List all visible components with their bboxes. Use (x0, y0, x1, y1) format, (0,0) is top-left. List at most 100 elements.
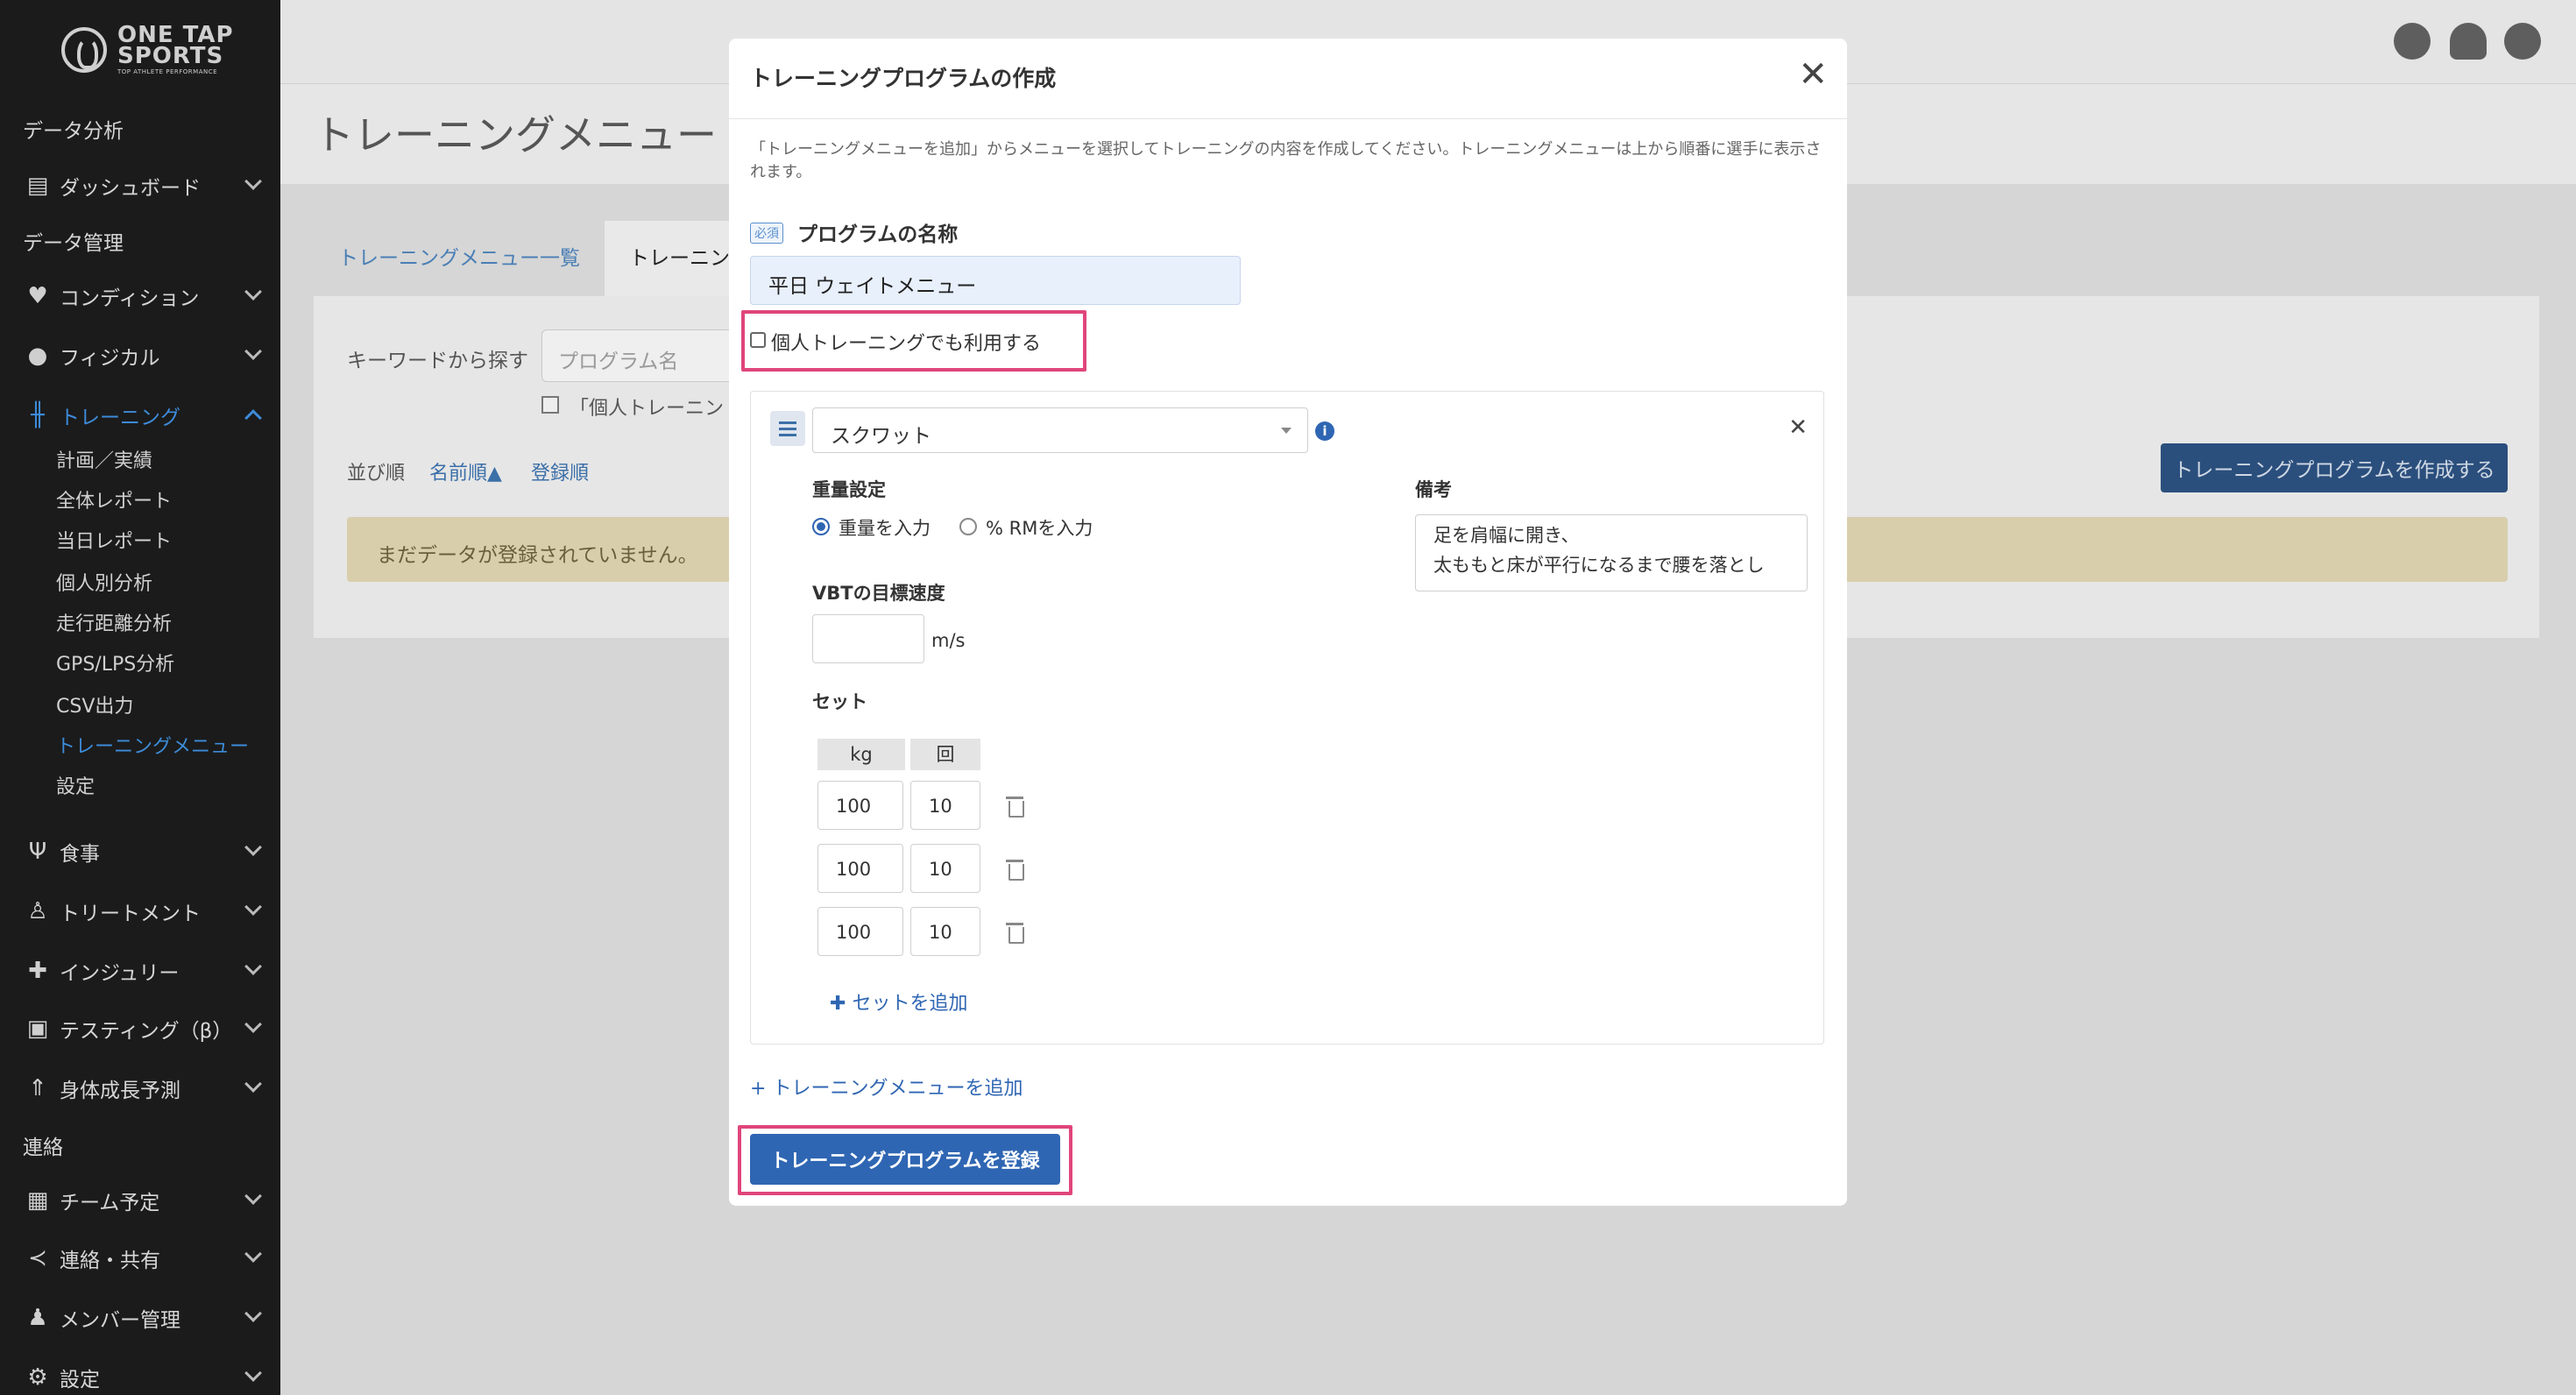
modal-title: トレーニングプログラムの作成 (750, 66, 1057, 91)
chart-user-icon: ▣ (26, 1016, 49, 1042)
sidebar-sub-overall-report[interactable]: 全体レポート (56, 485, 172, 513)
user-circle-icon: ● (27, 343, 48, 369)
add-menu-label: トレーニングメニューを追加 (772, 1078, 1023, 1100)
set-reps-input[interactable]: 10 (910, 781, 980, 830)
individual-training-checkbox[interactable] (750, 332, 766, 348)
individual-filter-label: 「個人トレーニン (570, 398, 725, 420)
sidebar-item-testing[interactable]: ▣ テスティング（β） (0, 1004, 280, 1053)
dumbbell-icon: ╫ (31, 402, 45, 428)
sidebar-item-physical[interactable]: ● フィジカル (0, 331, 280, 380)
sidebar-sub-settings[interactable]: 設定 (56, 771, 95, 799)
bell-icon[interactable] (2450, 23, 2487, 60)
sidebar-item-label: 食事 (60, 843, 100, 866)
chevron-down-icon (244, 1187, 262, 1205)
radio-rm-input[interactable] (959, 518, 977, 535)
info-icon[interactable]: i (1315, 421, 1334, 441)
individual-filter-checkbox[interactable] (541, 396, 559, 414)
calendar-icon: ▦ (26, 1187, 49, 1214)
required-badge: 必須 (750, 223, 783, 244)
sidebar-sub-plan[interactable]: 計画／実績 (56, 445, 152, 473)
chat-icon[interactable] (2394, 23, 2431, 60)
chevron-down-icon (244, 1364, 262, 1382)
sidebar-item-label: トレーニング (60, 407, 180, 429)
sidebar-item-training[interactable]: ╫ トレーニング (0, 391, 280, 440)
keyword-search-input[interactable]: プログラム名 (541, 329, 734, 382)
trash-icon[interactable] (1006, 923, 1024, 944)
set-kg-input[interactable]: 100 (817, 781, 903, 830)
drag-handle-icon[interactable] (770, 411, 805, 446)
remove-exercise-icon[interactable]: ✕ (1788, 414, 1808, 441)
sidebar-item-condition[interactable]: ♥ コンディション (0, 272, 280, 321)
child-growth-icon: ⇑ (28, 1075, 47, 1101)
sidebar-item-label: チーム予定 (60, 1192, 160, 1214)
sidebar-sub-individual-analysis[interactable]: 個人別分析 (56, 568, 152, 596)
plus-icon: ✚ (830, 993, 853, 1015)
vbt-target-label: VBTの目標速度 (812, 583, 945, 604)
sidebar-item-label: ダッシュボード (60, 177, 201, 200)
trash-icon[interactable] (1006, 860, 1024, 881)
sidebar-item-members[interactable]: ♟ メンバー管理 (0, 1293, 280, 1342)
sidebar-item-growth[interactable]: ⇑ 身体成長予測 (0, 1064, 280, 1113)
vbt-unit-label: m/s (931, 630, 966, 651)
close-icon[interactable]: ✕ (1798, 54, 1828, 95)
page-title: トレーニングメニュー (314, 111, 717, 159)
chevron-down-icon (244, 283, 262, 301)
sidebar-sub-csv-export[interactable]: CSV出力 (56, 690, 133, 719)
brand-tagline: TOP ATHLETE PERFORMANCE (117, 68, 218, 75)
sidebar-item-treatment[interactable]: ♙ トリートメント (0, 887, 280, 936)
individual-training-label[interactable]: 個人トレーニングでも利用する (771, 328, 1041, 356)
exercise-select[interactable]: スクワット (812, 407, 1308, 453)
sidebar-item-dashboard[interactable]: ▤ ダッシュボード (0, 161, 280, 210)
sidebar-item-label: 身体成長予測 (60, 1080, 180, 1102)
memo-textarea[interactable]: 足を肩幅に開き、 太ももと床が平行になるまで腰を落とし (1415, 514, 1808, 591)
memo-line: 太ももと床が平行になるまで腰を落とし (1433, 555, 1765, 576)
section-contact: 連絡 (23, 1137, 63, 1159)
tab-menu-list[interactable]: トレーニングメニュー一覧 (314, 221, 605, 296)
radio-weight-label[interactable]: 重量を入力 (839, 514, 931, 541)
column-header-kg: kg (817, 739, 905, 770)
radio-weight-input[interactable] (812, 518, 830, 535)
program-name-input[interactable]: 平日 ウェイトメニュー (750, 256, 1241, 305)
add-training-menu-link[interactable]: + トレーニングメニューを追加 (750, 1073, 1023, 1101)
sidebar-item-settings[interactable]: ⚙ 設定 (0, 1353, 280, 1395)
utensils-icon: Ψ (28, 839, 47, 865)
set-kg-input[interactable]: 100 (817, 844, 903, 893)
sidebar-item-share[interactable]: ≺ 連絡・共有 (0, 1234, 280, 1283)
radio-rm-label[interactable]: % RMを入力 (986, 514, 1093, 541)
sidebar-item-label: インジュリー (60, 962, 180, 985)
account-avatar-icon[interactable] (2504, 23, 2541, 60)
create-program-button[interactable]: トレーニングプログラムを作成する (2161, 443, 2508, 492)
sidebar-item-label: コンディション (60, 287, 200, 310)
chevron-down-icon (244, 343, 262, 360)
chevron-down-icon (244, 839, 262, 856)
chevron-down-icon (244, 1245, 262, 1263)
sort-by-registered-link[interactable]: 登録順 (531, 457, 589, 485)
register-program-button[interactable]: トレーニングプログラムを登録 (750, 1134, 1060, 1185)
share-icon: ≺ (28, 1245, 47, 1271)
sidebar-sub-daily-report[interactable]: 当日レポート (56, 526, 172, 554)
memo-label: 備考 (1415, 479, 1452, 500)
sets-label: セット (812, 691, 867, 712)
sidebar-item-injury[interactable]: ✚ インジュリー (0, 946, 280, 995)
set-reps-input[interactable]: 10 (910, 907, 980, 956)
modal-description: 「トレーニングメニューを追加」からメニューを選択してトレーニングの内容を作成して… (750, 140, 1822, 181)
user-medical-icon: ♙ (27, 898, 48, 924)
set-reps-input[interactable]: 10 (910, 844, 980, 893)
sidebar-item-meal[interactable]: Ψ 食事 (0, 827, 280, 876)
weight-setting-label: 重量設定 (812, 479, 886, 500)
gear-icon: ⚙ (27, 1364, 48, 1391)
trash-icon[interactable] (1006, 797, 1024, 818)
heart-pulse-icon: ♥ (27, 283, 48, 309)
brand-logo[interactable]: ONE TAP SPORTS TOP ATHLETE PERFORMANCE (61, 24, 234, 75)
sidebar-sub-gps-analysis[interactable]: GPS/LPS分析 (56, 648, 174, 676)
vbt-target-input[interactable] (812, 614, 924, 663)
brand-logo-icon (61, 27, 107, 73)
keyword-label: キーワードから探す (347, 350, 528, 372)
add-set-link[interactable]: ✚ セットを追加 (830, 988, 967, 1016)
memo-line: 足を肩幅に開き、 (1433, 525, 1580, 546)
sidebar-item-schedule[interactable]: ▦ チーム予定 (0, 1176, 280, 1225)
set-kg-input[interactable]: 100 (817, 907, 903, 956)
sort-by-name-link[interactable]: 名前順▲ (429, 457, 502, 485)
sidebar-sub-training-menu[interactable]: トレーニングメニュー (56, 731, 249, 759)
sidebar-sub-distance-analysis[interactable]: 走行距離分析 (56, 608, 172, 636)
